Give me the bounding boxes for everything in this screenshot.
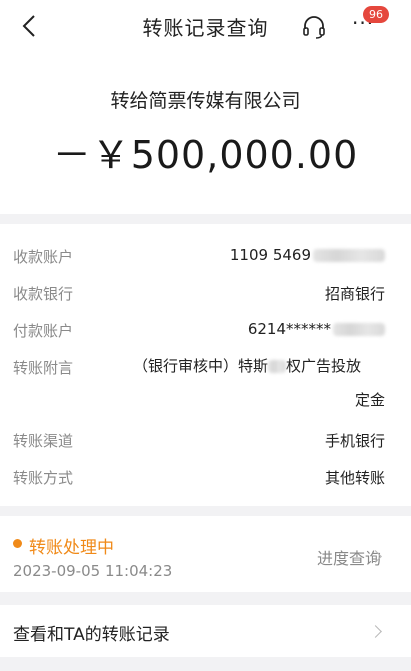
remark-line2: 定金 — [354, 391, 385, 409]
detail-label: 收款账户 — [13, 248, 74, 266]
payee-name: 转给简票传媒有限公司 — [110, 90, 301, 112]
notification-badge: 96 — [363, 6, 389, 23]
detail-label: 转账方式 — [13, 469, 74, 487]
status-dot-icon — [13, 539, 22, 548]
remark-line1-b: 权广告投放 — [286, 357, 362, 375]
nav-bar: 转账记录查询 ··· 96 — [0, 0, 411, 52]
detail-label: 转账渠道 — [13, 432, 74, 450]
headset-icon[interactable] — [301, 14, 327, 40]
pay-account-prefix: 6214****** — [247, 320, 331, 338]
receive-account-prefix: 1109 5469 — [229, 246, 311, 264]
masked-blur — [313, 249, 385, 262]
receive-bank-value: 招商银行 — [324, 285, 385, 303]
detail-label: 转账附言 — [13, 359, 74, 377]
masked-blur — [268, 360, 287, 373]
transfer-amount: －￥500,000.00 — [52, 133, 359, 177]
transfer-details: 收款账户 1109 5469 收款银行 招商银行 付款账户 6214******… — [0, 224, 411, 506]
transfer-status-card: 转账处理中 2023-09-05 11:04:23 进度查询 — [0, 516, 411, 592]
transfer-summary: 转给简票传媒有限公司 －￥500,000.00 — [0, 52, 411, 214]
status-timestamp: 2023-09-05 11:04:23 — [13, 562, 173, 580]
transfer-history-label: 查看和TA的转账记录 — [13, 625, 170, 645]
receive-account-value: 1109 5469 — [230, 246, 385, 264]
detail-label: 付款账户 — [13, 322, 74, 340]
masked-blur — [333, 323, 385, 336]
transfer-history-link[interactable]: 查看和TA的转账记录 — [0, 605, 411, 657]
remark-line1-a: （银行审核中）特斯 — [133, 357, 269, 375]
channel-value: 手机银行 — [324, 432, 385, 450]
status-label: 转账处理中 — [29, 538, 114, 558]
chevron-right-icon[interactable] — [369, 625, 382, 638]
method-value: 其他转账 — [324, 469, 385, 487]
detail-label: 收款银行 — [13, 285, 74, 303]
pay-account-value: 6214****** — [248, 320, 385, 338]
page-title: 转账记录查询 — [142, 16, 269, 40]
remark-value: （银行审核中）特斯 权广告投放 定金 — [133, 349, 385, 417]
